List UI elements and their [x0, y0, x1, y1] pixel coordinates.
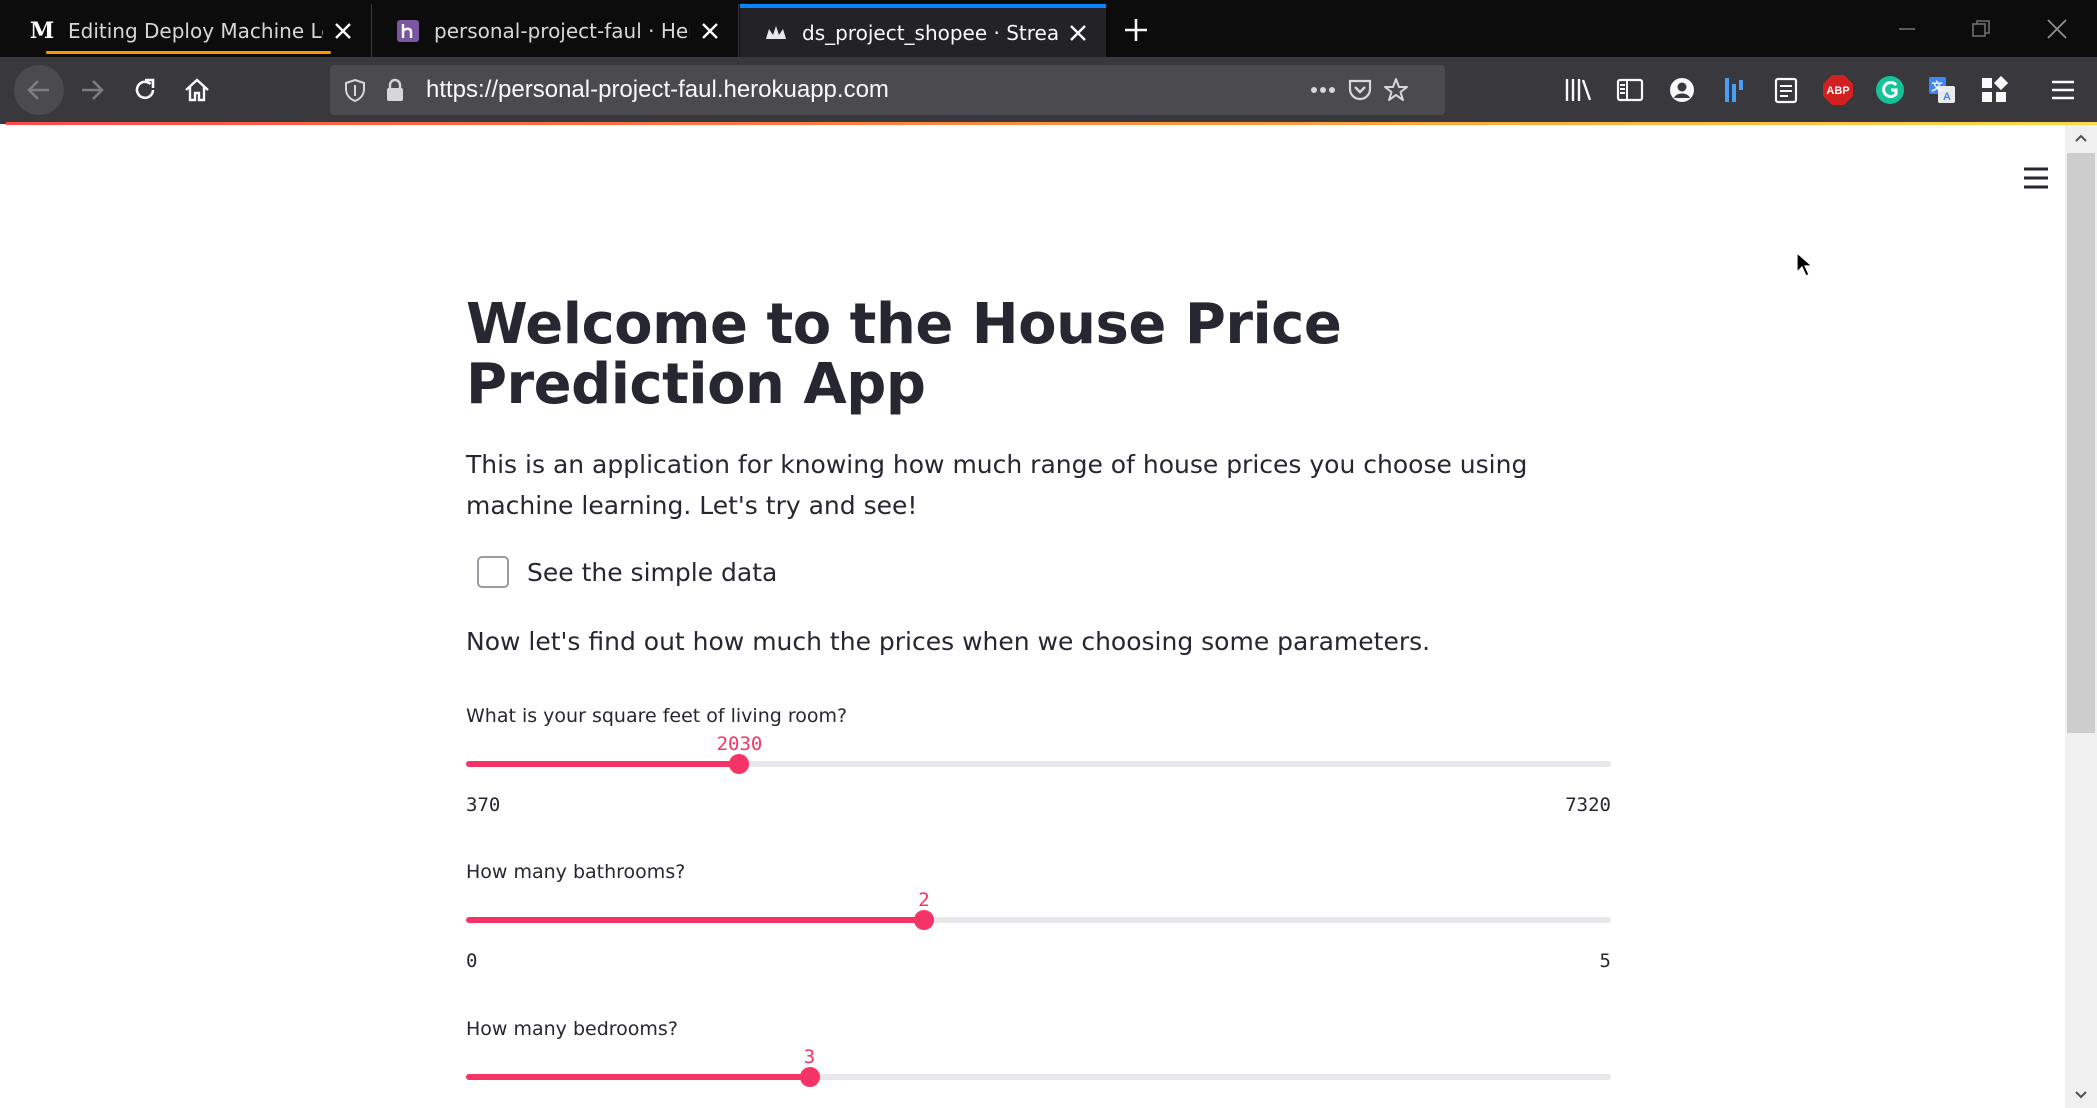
- slider-label: What is your square feet of living room?: [466, 705, 848, 727]
- slider-track[interactable]: [466, 1067, 1611, 1087]
- minimize-button[interactable]: [1870, 0, 1944, 57]
- scrollbar-thumb[interactable]: [2067, 153, 2095, 733]
- svg-text:A: A: [1943, 91, 1951, 103]
- tab-editing-medium[interactable]: M Editing Deploy Machine Learnin: [6, 4, 372, 57]
- slider-thumb[interactable]: [729, 754, 750, 774]
- tracking-protection-icon[interactable]: [340, 75, 370, 105]
- slider-label: How many bedrooms?: [466, 1018, 678, 1040]
- close-icon[interactable]: [1058, 13, 1098, 53]
- tab-streamlit[interactable]: ds_project_shopee · Streamlit: [740, 4, 1106, 57]
- slider-thumb[interactable]: [914, 910, 934, 930]
- heroku-icon: [394, 17, 422, 45]
- medium-icon: M: [29, 17, 55, 44]
- tab-title: Editing Deploy Machine Learnin: [68, 18, 323, 43]
- slider-track[interactable]: [466, 754, 1611, 774]
- svg-text:ABP: ABP: [1826, 85, 1849, 97]
- scroll-down-arrow-icon[interactable]: [2065, 1082, 2097, 1108]
- restore-button[interactable]: [1944, 0, 2018, 57]
- nav-bar: https://personal-project-faul.herokuapp.…: [0, 57, 2097, 124]
- pocket-icon[interactable]: [1345, 75, 1375, 105]
- slider-fill: [466, 1074, 810, 1080]
- tab-heroku[interactable]: personal-project-faul · Heroku: [372, 4, 739, 57]
- slider-max: 5: [1599, 950, 1611, 972]
- page-scrollbar[interactable]: [2065, 125, 2097, 1108]
- new-tab-button[interactable]: [1114, 8, 1158, 52]
- tab-attention-underline: [46, 51, 331, 54]
- slider-min: 0: [466, 950, 478, 972]
- intro-text: This is an application for knowing how m…: [466, 450, 1528, 520]
- grammarly-icon[interactable]: [1872, 72, 1908, 108]
- tab-bar: M Editing Deploy Machine Learnin persona…: [0, 0, 2097, 57]
- app-menu-icon[interactable]: [2016, 158, 2056, 198]
- library-icon[interactable]: [1560, 72, 1596, 108]
- adblock-icon[interactable]: ABP: [1820, 72, 1856, 108]
- hamburger-menu-icon[interactable]: [2045, 72, 2081, 108]
- page-title: Welcome to the House Price Prediction Ap…: [466, 292, 1342, 417]
- bedrooms-slider[interactable]: How many bedrooms? 3: [466, 1018, 1611, 1108]
- forward-button[interactable]: [67, 65, 117, 115]
- reload-button[interactable]: [120, 65, 170, 115]
- slider-value: 2: [918, 889, 930, 911]
- lock-icon[interactable]: [380, 75, 410, 105]
- simple-data-checkbox[interactable]: See the simple data: [466, 552, 777, 592]
- svg-text:文: 文: [1932, 79, 1944, 93]
- slider-value: 2030: [716, 733, 763, 755]
- slider-track[interactable]: [466, 910, 1611, 930]
- tab-title: personal-project-faul · Heroku: [434, 18, 690, 43]
- sidebar-icon[interactable]: [1612, 72, 1648, 108]
- slider-max: 7320: [1565, 794, 1611, 816]
- slider-fill: [466, 917, 924, 923]
- app-page: Welcome to the House Price Prediction Ap…: [6, 125, 2065, 1108]
- scroll-up-arrow-icon[interactable]: [2065, 125, 2097, 151]
- extensions-icon[interactable]: [1976, 72, 2012, 108]
- slider-fill: [466, 761, 740, 767]
- tab-title: ds_project_shopee · Streamlit: [802, 20, 1058, 45]
- slider-label: How many bathrooms?: [466, 861, 686, 883]
- mouse-cursor-icon: [1796, 251, 1814, 282]
- checkbox-box[interactable]: [477, 556, 509, 588]
- streamlit-icon: [762, 19, 790, 47]
- slider-thumb[interactable]: [799, 1067, 820, 1087]
- bathrooms-slider[interactable]: How many bathrooms? 2 0 5: [466, 861, 1611, 981]
- checkbox-label[interactable]: See the simple data: [527, 558, 777, 587]
- notes-icon[interactable]: [1768, 72, 1804, 108]
- url-text[interactable]: https://personal-project-faul.herokuapp.…: [426, 65, 889, 115]
- window-close-button[interactable]: [2020, 0, 2094, 57]
- url-bar[interactable]: https://personal-project-faul.herokuapp.…: [330, 65, 1445, 115]
- parameters-prompt: Now let's find out how much the prices w…: [466, 627, 1431, 656]
- home-button[interactable]: [172, 65, 222, 115]
- bookmark-star-icon[interactable]: [1381, 75, 1411, 105]
- translate-icon[interactable]: 文A: [1924, 72, 1960, 108]
- close-icon[interactable]: [690, 11, 730, 51]
- close-icon[interactable]: [323, 11, 363, 51]
- account-icon[interactable]: [1664, 72, 1700, 108]
- slider-value: 3: [803, 1046, 816, 1068]
- page-actions-icon[interactable]: [1308, 75, 1338, 105]
- back-button[interactable]: [14, 65, 64, 115]
- slider-min: 370: [466, 794, 501, 816]
- living-room-sqft-slider[interactable]: What is your square feet of living room?…: [466, 705, 1611, 825]
- kite-icon[interactable]: [1716, 72, 1752, 108]
